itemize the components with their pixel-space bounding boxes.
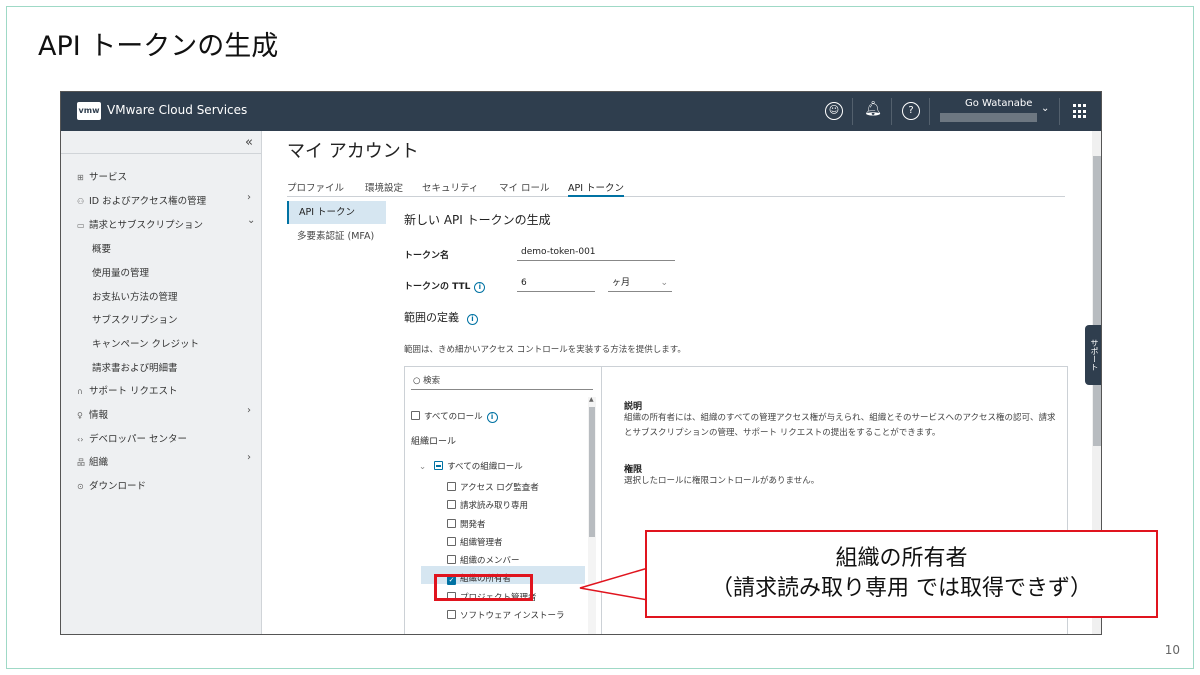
callout-line-2: （請求読み取り専用 では取得できず） [711, 576, 1092, 601]
role-search-input[interactable]: ○ 検索 [411, 374, 593, 390]
scope-description: 範囲は、きめ細かいアクセス コントロールを実装する方法を提供します。 [404, 345, 686, 355]
tab-api-tokens[interactable]: API トークン [568, 180, 625, 197]
token-name-input[interactable]: demo-token-001 [517, 245, 675, 261]
page-title: マイ アカウント [287, 141, 419, 162]
callout-box: 組織の所有者 （請求読み取り専用 では取得できず） [645, 530, 1158, 618]
sidebar-item-developer[interactable]: ‹› デベロッパー センター [77, 431, 187, 445]
info-icon[interactable]: i [474, 282, 486, 293]
chevron-right-icon[interactable]: › [247, 192, 251, 203]
sidebar-item-subscriptions[interactable]: サブスクリプション [92, 312, 178, 326]
divider [1059, 98, 1060, 125]
sidebar-item-usage[interactable]: 使用量の管理 [92, 265, 149, 279]
support-side-tab[interactable]: サポート [1085, 325, 1101, 385]
divider [61, 153, 261, 154]
info-icon[interactable]: i [467, 314, 478, 325]
ttl-label: トークンの TTL i [404, 279, 486, 293]
users-icon: ⚇ [77, 197, 85, 206]
description-text: 組織の所有者には、組織のすべての管理アクセス権が与えられ、組織とそのサービスへの… [624, 413, 1056, 438]
bell-icon[interactable]: 🔔︎ [864, 102, 882, 120]
sidebar-item-organization[interactable]: 品組織 [77, 454, 108, 468]
checkbox-icon [447, 537, 456, 546]
tab-bar: プロファイル 環境設定 セキュリティ マイ ロール API トークン [287, 180, 1065, 197]
sidebar-item-support[interactable]: ∩ サポート リクエスト [77, 383, 178, 397]
callout-line-1: 組織の所有者 [835, 546, 968, 571]
sidebar: « ⊞ サービス ⚇ ID およびアクセス権の管理 › ▭ 請求とサブスクリプション … [61, 131, 262, 634]
role-checkbox-developer[interactable]: 開発者 [447, 518, 486, 530]
tab-my-roles[interactable]: マイ ロール [499, 180, 550, 194]
sidebar-item-credits[interactable]: キャンペーン クレジット [92, 336, 199, 350]
divider [929, 98, 930, 125]
sidebar-item-identity-access[interactable]: ⚇ ID およびアクセス権の管理 [77, 193, 206, 207]
org-icon: 品 [77, 458, 85, 467]
collapse-sidebar-icon[interactable]: « [245, 135, 253, 150]
headset-icon: ∩ [77, 387, 83, 396]
divider [852, 98, 853, 125]
scrollbar-thumb[interactable] [1093, 156, 1101, 446]
chevron-down-icon[interactable]: ⌄ [1041, 103, 1049, 114]
checkbox-icon [447, 555, 456, 564]
subnav-mfa[interactable]: 多要素認証 (MFA) [287, 225, 386, 248]
permissions-text: 選択したロールに権限コントロールがありません。 [624, 476, 820, 486]
checkbox-icon [447, 610, 456, 619]
chevron-down-icon[interactable]: ⌄ [419, 462, 426, 472]
role-checkbox-software-installer[interactable]: ソフトウェア インストーラ [447, 609, 565, 621]
scrollbar-thumb[interactable] [589, 407, 595, 537]
divider [891, 98, 892, 125]
vmw-logo[interactable]: vmw [77, 102, 101, 120]
partial-checkbox-icon [434, 461, 444, 470]
sidebar-item-overview[interactable]: 概要 [92, 241, 111, 255]
role-checkbox-org-admin[interactable]: 組織管理者 [447, 536, 503, 548]
subnav-api-tokens[interactable]: API トークン [287, 201, 386, 224]
chevron-right-icon[interactable]: › [247, 452, 251, 463]
form-title: 新しい API トークンの生成 [404, 213, 551, 227]
billing-icon: ▭ [77, 221, 85, 230]
brand-name[interactable]: VMware Cloud Services [107, 103, 247, 117]
all-roles-checkbox[interactable]: すべてのロール i [411, 410, 498, 423]
info-icon[interactable]: i [486, 412, 498, 423]
scroll-up-icon[interactable]: ▲ [589, 396, 594, 403]
sidebar-item-downloads[interactable]: ⊙ ダウンロード [77, 478, 146, 492]
help-icon[interactable]: ? [902, 102, 920, 120]
ttl-unit-select[interactable]: ヶ月 ⌄ [608, 276, 672, 292]
user-name[interactable]: Go Watanabe [965, 98, 1032, 109]
role-checkbox-billing-readonly[interactable]: 請求読み取り専用 [447, 499, 528, 511]
grid-icon: ⊞ [77, 173, 84, 182]
download-icon: ⊙ [77, 482, 84, 491]
search-icon: ○ [413, 376, 421, 386]
tab-preferences[interactable]: 環境設定 [365, 180, 403, 194]
highlight-box [434, 574, 533, 601]
all-org-roles-checkbox[interactable]: ⌄ すべての組織ロール [419, 460, 523, 472]
chevron-right-icon[interactable]: › [247, 405, 251, 416]
tab-profile[interactable]: プロファイル [287, 180, 344, 194]
checkbox-icon [447, 519, 456, 528]
role-checkbox-audit[interactable]: アクセス ログ監査者 [447, 481, 539, 493]
page-number: 10 [1164, 643, 1180, 657]
top-header: vmw VMware Cloud Services ☺ 🔔︎ ? Go Wata… [61, 92, 1101, 131]
ttl-input[interactable]: 6 [517, 276, 595, 292]
sidebar-item-services[interactable]: ⊞ サービス [77, 169, 127, 183]
role-checkbox-org-member[interactable]: 組織のメンバー [447, 554, 520, 566]
code-icon: ‹› [77, 435, 84, 444]
token-name-label: トークン名 [404, 251, 450, 261]
app-switcher-icon[interactable] [1073, 104, 1088, 119]
smiley-icon[interactable]: ☺ [825, 102, 843, 120]
chevron-down-icon[interactable]: ⌄ [247, 215, 255, 226]
checkbox-icon [447, 482, 456, 491]
checkbox-icon [447, 500, 456, 509]
slide-title: API トークンの生成 [38, 31, 279, 62]
sidebar-item-billing[interactable]: ▭ 請求とサブスクリプション [77, 217, 203, 231]
org-roles-heading: 組織ロール [411, 437, 457, 447]
checkbox-icon [411, 411, 420, 420]
sidebar-item-info[interactable]: ♀ 情報 [77, 407, 108, 421]
lightbulb-icon: ♀ [77, 411, 83, 420]
sidebar-item-invoices[interactable]: 請求書および明細書 [92, 360, 178, 374]
scope-title: 範囲の定義 i [404, 309, 478, 325]
chevron-down-icon: ⌄ [660, 278, 668, 288]
user-org-redacted [940, 113, 1037, 122]
tab-security[interactable]: セキュリティ [422, 180, 478, 194]
sidebar-item-payment[interactable]: お支払い方法の管理 [92, 289, 178, 303]
